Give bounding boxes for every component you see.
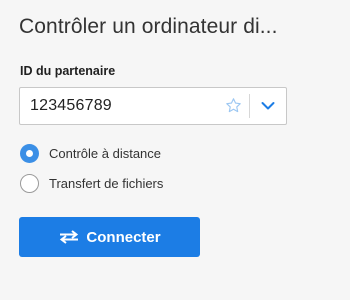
partner-id-input[interactable]: 123456789 [30,97,112,115]
radio-button-unselected[interactable] [20,173,39,193]
field-divider [249,94,250,118]
chevron-down-icon[interactable] [261,100,275,112]
radio-label-file-transfer: Transfert de fichiers [49,175,164,191]
star-icon[interactable] [225,97,242,114]
connect-button[interactable]: Connecter [19,217,200,257]
radio-file-transfer[interactable]: Transfert de fichiers [20,172,163,194]
radio-button-selected[interactable] [20,143,39,163]
swap-arrows-icon [60,230,79,244]
radio-label-remote-control: Contrôle à distance [49,145,162,161]
partner-id-label: ID du partenaire [20,64,116,78]
radio-remote-control[interactable]: Contrôle à distance [20,142,161,164]
connect-button-label: Connecter [86,228,161,246]
partner-id-field[interactable]: 123456789 [19,87,287,125]
remote-control-panel: Contrôler un ordinateur di... ID du part… [0,0,350,300]
panel-title: Contrôler un ordinateur di... [19,15,278,38]
